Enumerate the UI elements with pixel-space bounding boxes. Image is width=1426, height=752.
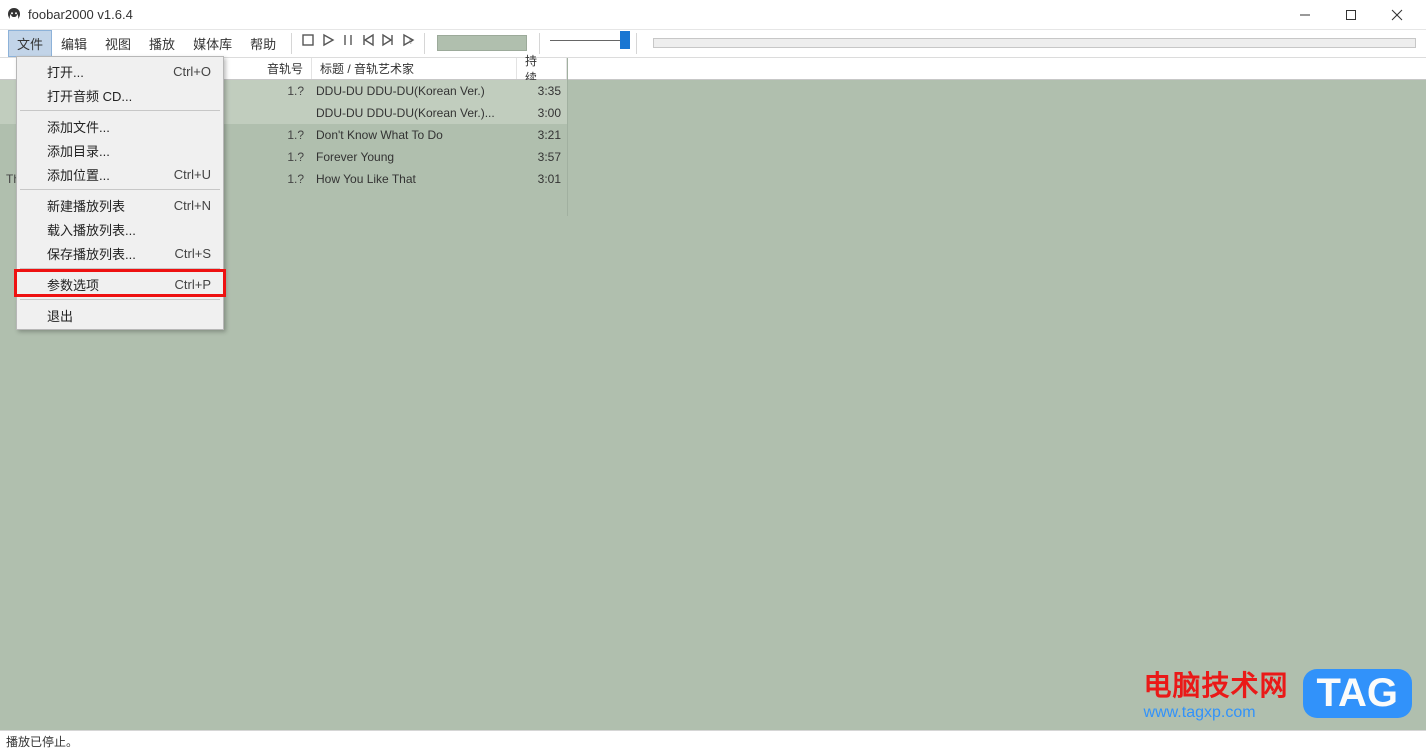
window-controls bbox=[1282, 0, 1420, 30]
menu-new-playlist[interactable]: 新建播放列表 Ctrl+N bbox=[19, 193, 221, 217]
column-trackno[interactable]: 音轨号 bbox=[222, 58, 312, 79]
menu-open-label: 打开... bbox=[47, 62, 84, 81]
play-button[interactable] bbox=[318, 30, 338, 50]
menu-preferences[interactable]: 参数选项 Ctrl+P bbox=[19, 272, 221, 296]
menu-save-playlist[interactable]: 保存播放列表... Ctrl+S bbox=[19, 241, 221, 265]
window-title: foobar2000 v1.6.4 bbox=[28, 7, 133, 22]
menu-new-playlist-shortcut: Ctrl+N bbox=[174, 198, 211, 213]
menu-add-files[interactable]: 添加文件... bbox=[19, 114, 221, 138]
prev-button[interactable] bbox=[358, 30, 378, 50]
menu-3[interactable]: 播放 bbox=[140, 30, 184, 57]
cell-duration: 3:57 bbox=[517, 150, 561, 164]
column-duration[interactable]: 持续... bbox=[517, 58, 567, 79]
menu-save-playlist-label: 保存播放列表... bbox=[47, 244, 136, 263]
toolbar-separator bbox=[424, 33, 425, 54]
menu-0[interactable]: 文件 bbox=[8, 30, 52, 57]
menu-add-location[interactable]: 添加位置... Ctrl+U bbox=[19, 162, 221, 186]
watermark-tag: TAG bbox=[1303, 669, 1412, 718]
maximize-button[interactable] bbox=[1328, 0, 1374, 30]
menu-add-folder[interactable]: 添加目录... bbox=[19, 138, 221, 162]
playlist-right-border bbox=[567, 58, 568, 216]
watermark-url: www.tagxp.com bbox=[1144, 704, 1289, 722]
menu-preferences-label: 参数选项 bbox=[47, 275, 99, 294]
toolbar-separator bbox=[291, 33, 292, 54]
cell-duration: 3:35 bbox=[517, 84, 561, 98]
minimize-button[interactable] bbox=[1282, 0, 1328, 30]
cell-duration: 3:21 bbox=[517, 128, 561, 142]
watermark-title: 电脑技术网 bbox=[1144, 664, 1289, 704]
menu-new-playlist-label: 新建播放列表 bbox=[47, 196, 125, 215]
column-title[interactable]: 标题 / 音轨艺术家 bbox=[312, 58, 517, 79]
menu-load-playlist[interactable]: 载入播放列表... bbox=[19, 217, 221, 241]
menu-open[interactable]: 打开... Ctrl+O bbox=[19, 59, 221, 83]
status-bar: 播放已停止。 bbox=[0, 730, 1426, 752]
menu-separator bbox=[20, 299, 220, 300]
menu-separator bbox=[20, 268, 220, 269]
status-text: 播放已停止。 bbox=[6, 733, 78, 750]
menu-preferences-shortcut: Ctrl+P bbox=[175, 277, 211, 292]
title-bar: foobar2000 v1.6.4 bbox=[0, 0, 1426, 30]
watermark: 电脑技术网 www.tagxp.com TAG bbox=[1144, 664, 1412, 722]
menu-save-playlist-shortcut: Ctrl+S bbox=[175, 246, 211, 261]
cell-trackno: 1.? bbox=[222, 150, 312, 164]
menu-4[interactable]: 媒体库 bbox=[184, 30, 241, 57]
svg-text:?: ? bbox=[409, 39, 413, 46]
pause-button[interactable] bbox=[338, 30, 358, 50]
menu-load-playlist-label: 载入播放列表... bbox=[47, 220, 136, 239]
volume-slider[interactable] bbox=[550, 30, 630, 50]
menu-add-files-label: 添加文件... bbox=[47, 117, 110, 136]
cell-title: Don't Know What To Do bbox=[312, 128, 517, 142]
cell-title: DDU-DU DDU-DU(Korean Ver.)... bbox=[312, 106, 517, 120]
cell-title: How You Like That bbox=[312, 172, 517, 186]
menu-exit[interactable]: 退出 bbox=[19, 303, 221, 327]
progress-indicator[interactable] bbox=[437, 35, 527, 51]
menu-add-location-label: 添加位置... bbox=[47, 165, 110, 184]
menu-separator bbox=[20, 189, 220, 190]
menu-5[interactable]: 帮助 bbox=[241, 30, 285, 57]
next-button[interactable] bbox=[378, 30, 398, 50]
stop-button[interactable] bbox=[298, 30, 318, 50]
menu-add-folder-label: 添加目录... bbox=[47, 141, 110, 160]
file-menu-dropdown: 打开... Ctrl+O 打开音频 CD... 添加文件... 添加目录... … bbox=[16, 56, 224, 330]
close-button[interactable] bbox=[1374, 0, 1420, 30]
cell-duration: 3:01 bbox=[517, 172, 561, 186]
menu-toolbar: 文件编辑视图播放媒体库帮助 ? bbox=[0, 30, 1426, 58]
menu-separator bbox=[20, 110, 220, 111]
menu-open-audio-cd[interactable]: 打开音频 CD... bbox=[19, 83, 221, 107]
cell-trackno: 1.? bbox=[222, 84, 312, 98]
random-button[interactable]: ? bbox=[398, 30, 418, 50]
cell-title: Forever Young bbox=[312, 150, 517, 164]
seek-bar[interactable] bbox=[653, 38, 1416, 48]
toolbar-separator bbox=[636, 33, 637, 54]
menu-2[interactable]: 视图 bbox=[96, 30, 140, 57]
menu-open-shortcut: Ctrl+O bbox=[173, 64, 211, 79]
menu-exit-label: 退出 bbox=[47, 306, 73, 325]
app-icon bbox=[6, 7, 22, 23]
menu-open-audio-cd-label: 打开音频 CD... bbox=[47, 86, 132, 105]
menu-add-location-shortcut: Ctrl+U bbox=[174, 167, 211, 182]
cell-title: DDU-DU DDU-DU(Korean Ver.) bbox=[312, 84, 517, 98]
cell-trackno: 1.? bbox=[222, 128, 312, 142]
menu-1[interactable]: 编辑 bbox=[52, 30, 96, 57]
cell-duration: 3:00 bbox=[517, 106, 561, 120]
cell-trackno: 1.? bbox=[222, 172, 312, 186]
